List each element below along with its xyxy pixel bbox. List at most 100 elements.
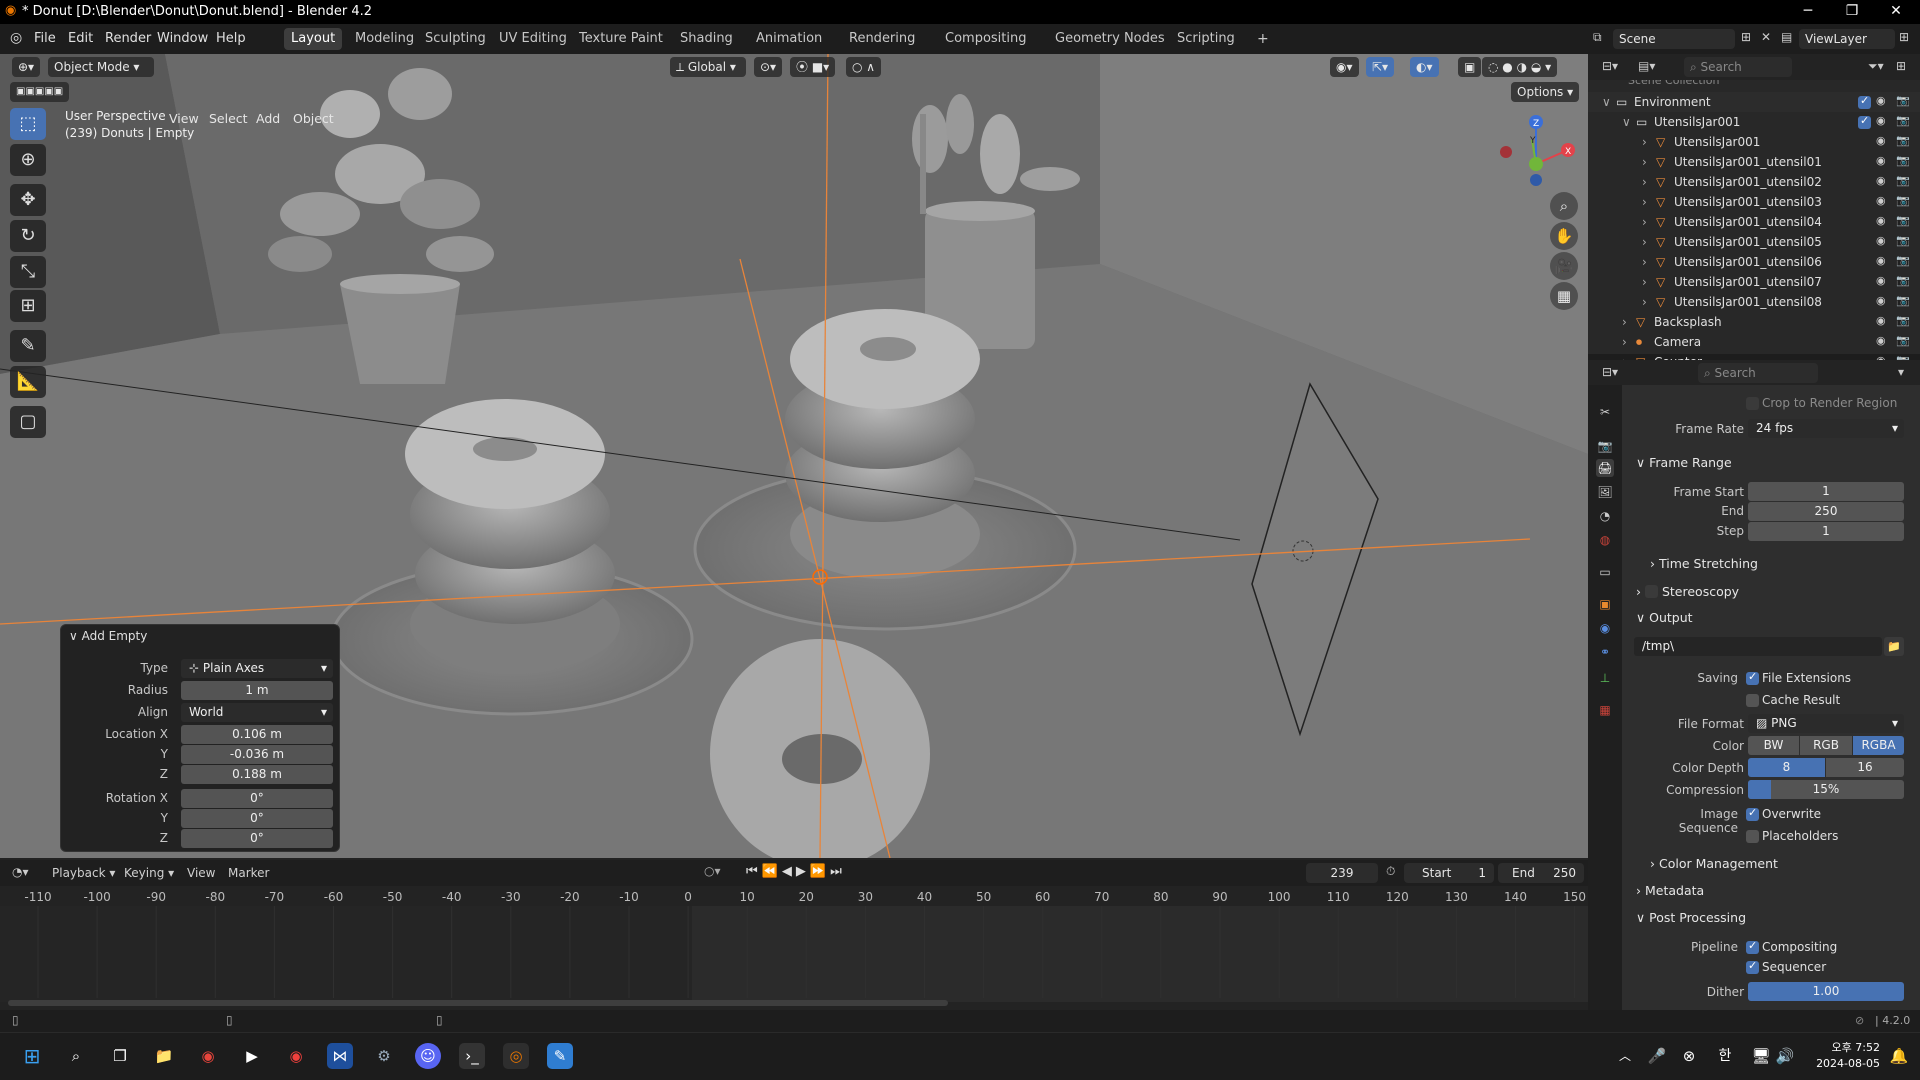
eye-icon[interactable]: ◉ xyxy=(1876,234,1890,247)
expand-chevron-icon[interactable]: › xyxy=(1642,275,1647,289)
color-rgba-button[interactable]: RGBA xyxy=(1853,736,1904,755)
move-tool-icon[interactable]: ✥ xyxy=(10,184,46,216)
auto-key-icon[interactable]: ○▾ xyxy=(704,864,721,878)
time-stretching-header[interactable]: › Time Stretching xyxy=(1650,556,1758,571)
viewport-menu-select[interactable]: Select xyxy=(209,111,248,126)
depth-16-button[interactable]: 16 xyxy=(1826,758,1904,777)
task-view-icon[interactable]: ❐ xyxy=(107,1043,133,1069)
color-bw-button[interactable]: BW xyxy=(1748,736,1799,755)
volume-icon[interactable]: 🔊 xyxy=(1772,1043,1798,1069)
steam-icon[interactable]: ⚙ xyxy=(371,1043,397,1069)
tab-scripting[interactable]: Scripting xyxy=(1170,28,1242,50)
sequencer-checkbox[interactable] xyxy=(1746,959,1759,974)
type-dropdown[interactable]: ⊹ Plain Axes ▾ xyxy=(181,659,333,678)
rotation-z-field[interactable]: 0° xyxy=(181,829,333,848)
delete-scene-icon[interactable]: ✕ xyxy=(1761,30,1771,44)
ortho-grid-icon[interactable]: ▦ xyxy=(1550,282,1578,310)
render-visibility-icon[interactable]: 📷 xyxy=(1896,174,1910,187)
compression-slider[interactable]: 15% xyxy=(1748,780,1904,799)
options-button[interactable]: Options ▾ xyxy=(1511,82,1580,102)
discord-icon[interactable]: ☺ xyxy=(415,1043,441,1069)
post-processing-header[interactable]: ∨ Post Processing xyxy=(1636,910,1746,925)
output-header[interactable]: ∨ Output xyxy=(1636,610,1693,625)
shading-modes-icon[interactable]: ◌ ● ◑ ◒ ▾ xyxy=(1482,57,1558,77)
network-icon[interactable]: 🖥 xyxy=(1748,1043,1774,1069)
collection-tab-icon[interactable]: ▭ xyxy=(1596,563,1614,581)
frame-start-field[interactable]: 1 xyxy=(1748,482,1904,501)
expand-chevron-icon[interactable]: › xyxy=(1642,235,1647,249)
navigation-gizmo[interactable]: Z X Y xyxy=(1496,110,1576,190)
end-frame-field[interactable]: End 250 xyxy=(1498,863,1584,883)
render-visibility-icon[interactable]: 📷 xyxy=(1896,154,1910,167)
tab-animation[interactable]: Animation xyxy=(749,28,829,50)
texture-tab-icon[interactable]: ▦ xyxy=(1596,701,1614,719)
expand-chevron-icon[interactable]: › xyxy=(1642,175,1647,189)
world-tab-icon[interactable]: ◍ xyxy=(1596,531,1614,549)
outliner-row[interactable]: › ▽ UtensilsJar001_utensil08 ◉ 📷 xyxy=(1588,292,1920,312)
editor-type-icon[interactable]: ⊕▾ xyxy=(12,57,41,77)
eye-icon[interactable]: ◉ xyxy=(1876,134,1890,147)
outliner-row[interactable]: ∨ ▭ UtensilsJar001 ◉ 📷 xyxy=(1588,112,1920,132)
location-y-field[interactable]: -0.036 m xyxy=(181,745,333,764)
view-layer-tab-icon[interactable]: 🖼 xyxy=(1596,483,1614,501)
tab-modeling[interactable]: Modeling xyxy=(348,28,421,50)
exclude-checkbox[interactable] xyxy=(1858,114,1871,129)
eye-icon[interactable]: ◉ xyxy=(1876,174,1890,187)
playback-controls-icon[interactable]: ⏮⏪◀▶⏩⏭ xyxy=(746,864,846,879)
tab-uv-editing[interactable]: UV Editing xyxy=(492,28,574,50)
menu-render[interactable]: Render xyxy=(105,31,151,46)
render-visibility-icon[interactable]: 📷 xyxy=(1896,334,1910,347)
outliner-editor-icon[interactable]: ⊟▾ xyxy=(1602,59,1618,73)
display-mode-icon[interactable]: ▤▾ xyxy=(1638,59,1655,73)
metadata-header[interactable]: › Metadata xyxy=(1636,883,1704,898)
outliner-row[interactable]: ∨ ▭ Environment ◉ 📷 xyxy=(1588,92,1920,112)
search-icon[interactable]: ⌕ xyxy=(63,1043,89,1069)
menu-help[interactable]: Help xyxy=(216,31,246,46)
outliner-row[interactable]: › ▽ UtensilsJar001_utensil03 ◉ 📷 xyxy=(1588,192,1920,212)
tab-shading[interactable]: Shading xyxy=(673,28,740,50)
expand-chevron-icon[interactable]: › xyxy=(1642,195,1647,209)
folder-browse-icon[interactable]: 📁 xyxy=(1884,637,1904,656)
scene-selector[interactable]: Scene xyxy=(1613,29,1735,49)
dither-field[interactable]: 1.00 xyxy=(1748,982,1904,1001)
frame-end-field[interactable]: 250 xyxy=(1748,502,1904,521)
expand-chevron-icon[interactable]: ∨ xyxy=(1602,95,1611,109)
restore-icon[interactable]: ❐ xyxy=(1830,0,1874,24)
timeline-menu-marker[interactable]: Marker xyxy=(228,866,269,880)
xray-icon[interactable]: ▣ xyxy=(1458,57,1482,77)
radius-field[interactable]: 1 m xyxy=(181,681,333,700)
depth-8-button[interactable]: 8 xyxy=(1748,758,1825,777)
eye-icon[interactable]: ◉ xyxy=(1876,114,1890,127)
compositing-checkbox[interactable] xyxy=(1746,939,1759,954)
stereoscopy-header[interactable]: › Stereoscopy xyxy=(1636,583,1739,599)
physics-tab-icon[interactable]: ◉ xyxy=(1596,619,1614,637)
expand-chevron-icon[interactable]: › xyxy=(1642,215,1647,229)
viewport-menu-object[interactable]: Object xyxy=(293,111,334,126)
color-rgb-button[interactable]: RGB xyxy=(1800,736,1852,755)
outliner-search-input[interactable]: ⌕ Search xyxy=(1684,57,1792,77)
measure-tool-icon[interactable]: 📐 xyxy=(10,366,46,398)
exclude-checkbox[interactable] xyxy=(1858,94,1871,109)
tab-compositing[interactable]: Compositing xyxy=(938,28,1034,50)
rotate-tool-icon[interactable]: ↻ xyxy=(10,220,46,252)
current-frame-field[interactable]: 239 xyxy=(1306,863,1378,883)
menu-window[interactable]: Window xyxy=(157,31,208,46)
tab-layout[interactable]: Layout xyxy=(284,28,343,50)
outliner-row[interactable]: › ▽ UtensilsJar001_utensil07 ◉ 📷 xyxy=(1588,272,1920,292)
crop-checkbox[interactable] xyxy=(1746,397,1759,410)
expand-chevron-icon[interactable]: ∨ xyxy=(1622,115,1631,129)
outliner-row[interactable]: › ▽ UtensilsJar001_utensil02 ◉ 📷 xyxy=(1588,172,1920,192)
windows-start-icon[interactable]: ⊞ xyxy=(19,1043,45,1069)
blender-menu-icon[interactable]: ◎ xyxy=(10,30,22,46)
location-z-field[interactable]: 0.188 m xyxy=(181,765,333,784)
gizmo-toggle-icon[interactable]: ⇱▾ xyxy=(1366,57,1395,77)
color-management-header[interactable]: › Color Management xyxy=(1650,856,1778,871)
expand-chevron-icon[interactable]: › xyxy=(1642,255,1647,269)
eye-icon[interactable]: ◉ xyxy=(1876,94,1890,107)
menu-edit[interactable]: Edit xyxy=(68,31,93,46)
tab-geometry-nodes[interactable]: Geometry Nodes xyxy=(1048,28,1172,50)
tab-sculpting[interactable]: Sculpting xyxy=(418,28,493,50)
transform-orientation-dropdown[interactable]: ⟂ Global ▾ xyxy=(670,57,746,77)
timeline-menu-playback[interactable]: Playback ▾ xyxy=(52,866,115,880)
annotate-tool-icon[interactable]: ✎ xyxy=(10,330,46,362)
